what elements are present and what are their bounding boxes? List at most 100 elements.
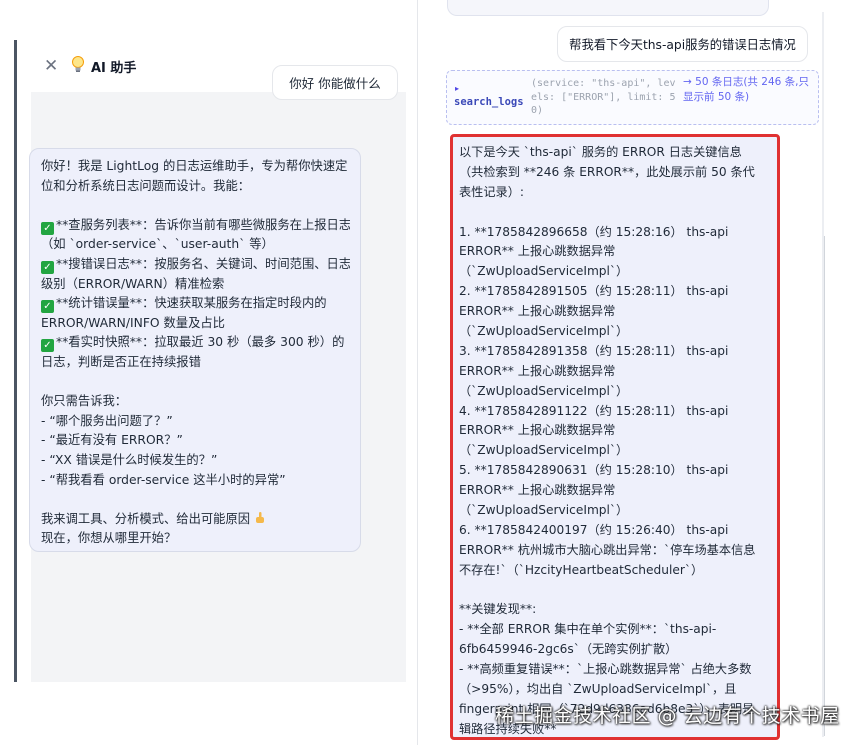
message-line: 6fb6459946-2gc6s`（无跨实例扩散）: [459, 640, 769, 660]
message-line: 3. **1785842891358（约 15:28:11） ths-api: [459, 342, 769, 362]
message-line: 不存在!`（`HzcityHeartbeatScheduler`）: [459, 561, 769, 581]
message-line: - **全部 ERROR 集中在单个实例**：`ths-api-: [459, 620, 769, 640]
message-line-text: [459, 583, 463, 597]
message-line-text: ERROR/WARN/INFO 数量及占比: [41, 315, 225, 330]
message-line-text: ERROR** 上报心跳数据异常: [459, 363, 616, 378]
tool-name: search_logs: [454, 96, 524, 108]
message-line: （`ZwUploadServiceImpl`）: [459, 262, 769, 282]
tool-call-card[interactable]: ▸ search_logs (service: "ths-api", level…: [446, 70, 819, 125]
message-line: [41, 490, 350, 510]
message-line-text: 5. **1785842890631（约 15:28:10） ths-api: [459, 463, 729, 478]
message-line-text: **查服务列表**：告诉你当前有哪些微服务在上报日志: [56, 217, 350, 232]
scrollbar-thumb[interactable]: [824, 236, 825, 736]
message-line: ERROR** 上报心跳数据异常: [459, 362, 769, 382]
message-line-text: 4. **1785842891122（约 15:28:11） ths-api: [459, 403, 729, 418]
message-line-text: **搜错误日志**：按服务名、关键词、时间范围、日志: [56, 256, 350, 271]
message-line-text: （`ZwUploadServiceImpl`）: [459, 264, 629, 279]
panel-accent-bar: [14, 40, 17, 682]
message-line: 级别（ERROR/WARN）精准检索: [41, 275, 350, 295]
message-line: - “最近有没有 ERROR？”: [41, 431, 350, 451]
message-line-text: ERROR** 上报心跳数据异常: [459, 423, 616, 438]
close-icon[interactable]: ✕: [44, 56, 58, 76]
message-line: - **高频重复错误**：`上报心跳数据异常` 占绝大多数: [459, 660, 769, 680]
previous-message-fragment: [447, 0, 769, 16]
message-line: - “帮我看看 order-service 这半小时的异常”: [41, 471, 350, 491]
message-line: 2. **1785842891505（约 15:28:11） ths-api: [459, 282, 769, 302]
message-line-text: （`ZwUploadServiceImpl`）: [459, 383, 629, 398]
message-line: （共检索到 **246 条 ERROR**，此处展示前 50 条代: [459, 163, 769, 183]
message-line-text: 你只需告诉我：: [41, 394, 128, 409]
message-line-text: - “哪个服务出问题了？”: [41, 413, 173, 428]
message-line: [41, 196, 350, 216]
message-line-text: 3. **1785842891358（约 15:28:11） ths-api: [459, 343, 729, 358]
message-line-text: **看实时快照**：拉取最近 30 秒（最多 300 秒）的: [56, 335, 345, 350]
assistant-message-highlighted: 以下是今天 `ths-api` 服务的 ERROR 日志关键信息 （共检索到 **…: [450, 134, 780, 740]
message-line: ✓ **搜错误日志**：按服务名、关键词、时间范围、日志: [41, 255, 350, 275]
message-line: （`ZwUploadServiceImpl`）: [459, 441, 769, 461]
message-line: 现在，你想从哪里开始？: [41, 529, 350, 549]
message-line: ✓ **查服务列表**：告诉你当前有哪些微服务在上报日志: [41, 216, 350, 236]
message-line: [41, 373, 350, 393]
user-message-query: 帮我看下今天ths-api服务的错误日志情况: [557, 26, 808, 62]
message-line-text: - **全部 ERROR 集中在单个实例**：`ths-api-: [459, 622, 717, 637]
message-line: 以下是今天 `ths-api` 服务的 ERROR 日志关键信息: [459, 143, 769, 163]
message-line-text: 级别（ERROR/WARN）精准检索: [41, 276, 225, 291]
message-line-text: 日志，判断是否正在持续报错: [41, 354, 201, 369]
user-message: 你好 你能做什么: [272, 65, 398, 100]
assistant-message: 你好！我是 LightLog 的日志运维助手，专为帮你快速定 位和分析系统日志问题…: [29, 148, 361, 552]
message-line: - “哪个服务出问题了？”: [41, 412, 350, 432]
message-line-text: （>95%），均出自 `ZwUploadServiceImpl`，且: [459, 682, 737, 697]
message-line: - “XX 错误是什么时候发生的？”: [41, 451, 350, 471]
message-line-text: 以下是今天 `ths-api` 服务的 ERROR 日志关键信息: [459, 145, 742, 159]
message-line: （>95%），均出自 `ZwUploadServiceImpl`，且: [459, 680, 769, 700]
message-line-text: [459, 205, 463, 219]
message-line: 6. **1785842400197（约 15:26:40） ths-api: [459, 521, 769, 541]
message-line: ✓ **看实时快照**：拉取最近 30 秒（最多 300 秒）的: [41, 333, 350, 353]
message-line-text: - “XX 错误是什么时候发生的？”: [41, 452, 218, 467]
message-line: 你只需告诉我：: [41, 392, 350, 412]
message-line-text: 6. **1785842400197（约 15:26:40） ths-api: [459, 522, 729, 537]
message-line-text: ERROR** 杭州城市大脑心跳出异常：`停车场基本信息: [459, 542, 756, 557]
message-line: ERROR** 上报心跳数据异常: [459, 481, 769, 501]
message-line: 1. **1785842896658（约 15:28:16） ths-api: [459, 223, 769, 243]
message-line: [459, 581, 769, 601]
message-line-text: （如 `order-service`、`user-auth` 等）: [41, 237, 274, 252]
message-line-text: 表性记录）:: [459, 184, 525, 199]
message-line-text: （`ZwUploadServiceImpl`）: [459, 324, 629, 339]
message-line: **关键发现**:: [459, 600, 769, 620]
watermark: 稀土掘金技术社区 @ 云边有个技术书屋: [495, 705, 840, 727]
message-line: ERROR** 上报心跳数据异常: [459, 421, 769, 441]
lightbulb-icon: [72, 56, 84, 72]
check-mark-icon: ✓: [41, 300, 54, 314]
check-mark-icon: ✓: [41, 221, 54, 235]
message-line: 表性记录）:: [459, 183, 769, 203]
message-line-text: - **高频重复错误**：`上报心跳数据异常` 占绝大多数: [459, 662, 752, 677]
message-line: 你好！我是 LightLog 的日志运维助手，专为帮你快速定: [41, 157, 350, 177]
message-line-text: ERROR** 上报心跳数据异常: [459, 244, 616, 259]
message-line-text: [41, 198, 45, 212]
message-line-text: 我来调工具、分析模式、给出可能原因: [41, 511, 251, 526]
tool-result: → 50 条日志(共 246 条,只显示前 50 条): [683, 76, 809, 103]
message-line: ERROR** 上报心跳数据异常: [459, 302, 769, 322]
expand-arrow-icon[interactable]: ▸: [455, 84, 459, 93]
message-line: ERROR** 杭州城市大脑心跳出异常：`停车场基本信息: [459, 541, 769, 561]
message-line: ✓ **统计错误量**：快速获取某服务在指定时段内的: [41, 294, 350, 314]
message-line: 我来调工具、分析模式、给出可能原因: [41, 510, 350, 530]
message-line: 4. **1785842891122（约 15:28:11） ths-api: [459, 402, 769, 422]
message-line: （如 `order-service`、`user-auth` 等）: [41, 235, 350, 255]
message-line-text: 不存在!`（`HzcityHeartbeatScheduler`）: [459, 562, 704, 577]
check-mark-icon: ✓: [41, 260, 54, 274]
panel-title: AI 助手: [91, 61, 137, 76]
message-line-text: 你好！我是 LightLog 的日志运维助手，专为帮你快速定: [41, 159, 348, 173]
message-line: （`ZwUploadServiceImpl`）: [459, 382, 769, 402]
message-line-text: **关键发现**:: [459, 602, 537, 617]
message-line: 日志，判断是否正在持续报错: [41, 353, 350, 373]
message-line-text: （共检索到 **246 条 ERROR**，此处展示前 50 条代: [459, 164, 755, 179]
message-line-text: （`ZwUploadServiceImpl`）: [459, 503, 629, 518]
pointing-hand-icon: [254, 511, 268, 525]
message-line: [459, 203, 769, 223]
message-line: ERROR/WARN/INFO 数量及占比: [41, 314, 350, 334]
tool-args: (service: "ths-api", levels: ["ERROR"], …: [531, 78, 676, 116]
message-line-text: ERROR** 上报心跳数据异常: [459, 304, 616, 319]
panel-divider: [417, 0, 418, 745]
